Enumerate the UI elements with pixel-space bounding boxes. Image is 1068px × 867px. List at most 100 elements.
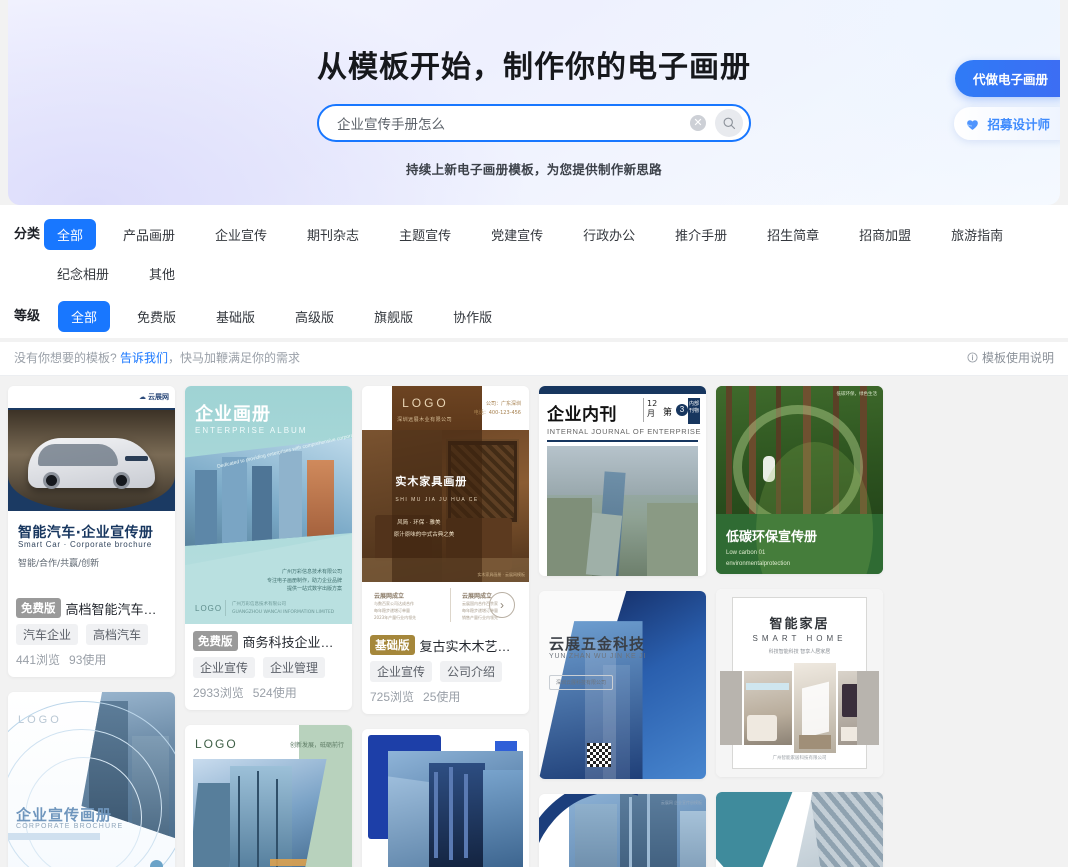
category-chip-1[interactable]: 产品画册: [110, 219, 188, 250]
template-stats: 2933浏览 524使用: [193, 684, 344, 701]
template-card[interactable]: 企业内刊 12月 第 3 期 内部刊物 INTERNAL JOURNAL OF …: [539, 386, 706, 576]
level-chip-0[interactable]: 全部: [58, 301, 111, 332]
category-chip-12[interactable]: 其他: [136, 258, 188, 289]
notice-suffix: ，快马加鞭满足你的需求: [168, 351, 301, 365]
template-card[interactable]: 云展网 企业宣传册模板 Corporate Brochure 企业宣传册: [539, 794, 706, 867]
template-meta: 免费版 商务科技企业宣... 企业宣传 企业管理 2933浏览 524使用: [185, 624, 352, 710]
template-thumbnail[interactable]: 智能家居 SMART HOME 科技智能科技 智享人居家居 广州智能家居科技有限…: [716, 589, 883, 777]
template-tag[interactable]: 企业宣传: [370, 661, 433, 682]
notice-prefix: 没有你想要的模板?: [14, 351, 117, 365]
level-badge: 基础版: [370, 635, 415, 655]
info-icon: [967, 352, 978, 363]
template-thumbnail[interactable]: COMPANY BROCHURE 公司宣传画册 广州万彩信息技术有限公司，专注于…: [362, 729, 529, 867]
template-name: 商务科技企业宣...: [242, 634, 345, 650]
filter-label-level: 等级: [14, 308, 41, 323]
level-chip-3[interactable]: 高级版: [282, 301, 347, 332]
template-tag[interactable]: 高档汽车: [86, 624, 149, 645]
search-icon: [723, 117, 735, 129]
template-card[interactable]: 低碳环保，绿色生活 低碳环保宣传册 Low carbon 01 environme…: [716, 386, 883, 574]
template-title-row: 免费版 高档智能汽车企...: [16, 598, 167, 618]
template-tag[interactable]: 汽车企业: [16, 624, 79, 645]
notice-bar: 没有你想要的模板? 告诉我们，快马加鞭满足你的需求 模板使用说明: [0, 342, 1068, 376]
template-card[interactable]: LOGO 企业宣传册 CorporateBrochure 广州万彩信息技术有限公…: [716, 792, 883, 867]
template-tag[interactable]: 公司介绍: [440, 661, 503, 682]
hero-banner: 从模板开始，制作你的电子画册 ✕ 持续上新电子画册模板，为您提供制作新思路 代做…: [8, 0, 1060, 205]
category-chip-10[interactable]: 旅游指南: [938, 219, 1016, 250]
template-help-link[interactable]: 模板使用说明: [967, 349, 1054, 366]
heart-hand-icon: [967, 120, 979, 130]
tell-us-link[interactable]: 告诉我们: [120, 351, 168, 365]
category-chip-7[interactable]: 推介手册: [662, 219, 740, 250]
template-thumbnail[interactable]: 企业画册 ENTERPRISE ALBUM Dedicated to provi…: [185, 386, 352, 624]
level-chip-1[interactable]: 免费版: [124, 301, 189, 332]
page-title: 从模板开始，制作你的电子画册: [317, 51, 751, 84]
level-chip-list: 全部 免费版 基础版 高级版 旗舰版 协作版: [58, 299, 1054, 338]
level-chip-5[interactable]: 协作版: [440, 301, 505, 332]
template-card[interactable]: LOGO 深圳远展木业有限公司 公司：广东深圳 电话：400-123-456 实木…: [362, 386, 529, 714]
template-thumbnail[interactable]: LOGO 深圳远展木业有限公司 公司：广东深圳 电话：400-123-456 实木…: [362, 386, 529, 628]
search-box[interactable]: ✕: [317, 104, 751, 142]
hero-action-buttons: 代做电子画册 招募设计师: [954, 60, 1060, 140]
category-chip-9[interactable]: 招商加盟: [846, 219, 924, 250]
template-card[interactable]: 智能家居 SMART HOME 科技智能科技 智享人居家居 广州智能家居科技有限…: [716, 589, 883, 777]
close-circle-icon[interactable]: ✕: [690, 115, 706, 131]
category-chip-3[interactable]: 期刊杂志: [294, 219, 372, 250]
template-grid: ☁ 云展网 智能汽车·企业宣传册 Smart Car · Corporate b…: [0, 376, 1068, 867]
recruit-designer-label: 招募设计师: [987, 118, 1050, 132]
search-area: ✕: [8, 104, 1060, 142]
template-thumbnail[interactable]: ☁ 云展网 智能汽车·企业宣传册 Smart Car · Corporate b…: [8, 386, 175, 591]
template-thumbnail[interactable]: LOGO 创新发展，砥砺前行 企业期刊 Corporate Journal 广州…: [185, 725, 352, 867]
filter-row-level: 等级 全部 免费版 基础版 高级版 旗舰版 协作版: [14, 299, 1054, 338]
level-chip-4[interactable]: 旗舰版: [361, 301, 426, 332]
category-chip-8[interactable]: 招生简章: [754, 219, 832, 250]
category-chip-0[interactable]: 全部: [44, 219, 97, 250]
use-count: 93使用: [69, 653, 107, 667]
template-tag[interactable]: 企业宣传: [193, 657, 256, 678]
level-badge: 免费版: [193, 631, 238, 651]
template-thumbnail[interactable]: 云展五金科技 YUN ZHAN WU JIN KE JI 深圳云展科技有限公司: [539, 591, 706, 779]
order-custom-album-button[interactable]: 代做电子画册: [954, 60, 1060, 97]
template-stats: 725浏览 25使用: [370, 688, 521, 705]
view-count: 725浏览: [370, 690, 415, 704]
template-card[interactable]: ☁ 云展网 智能汽车·企业宣传册 Smart Car · Corporate b…: [8, 386, 175, 677]
template-thumbnail[interactable]: LOGO 企业宣传册 CorporateBrochure 广州万彩信息技术有限公…: [716, 792, 883, 867]
view-count: 441浏览: [16, 653, 61, 667]
template-card[interactable]: LOGO 创新发展，砥砺前行 企业期刊 Corporate Journal 广州…: [185, 725, 352, 867]
category-chip-list: 全部 产品画册 企业宣传 期刊杂志 主题宣传 党建宣传 行政办公 推介手册 招生简章 招商加盟 旅游…: [44, 217, 1054, 295]
template-meta: 免费版 高档智能汽车企... 汽车企业 高档汽车 441浏览 93使用: [8, 591, 175, 677]
filter-label-category: 分类: [14, 226, 41, 241]
template-stats: 441浏览 93使用: [16, 651, 167, 668]
category-chip-6[interactable]: 行政办公: [570, 219, 648, 250]
filter-row-category: 分类 全部 产品画册 企业宣传 期刊杂志 主题宣传 党建宣传 行政办公 推介手册 招生简章 招商加…: [14, 217, 1054, 295]
template-card[interactable]: 云展五金科技 YUN ZHAN WU JIN KE JI 深圳云展科技有限公司: [539, 591, 706, 779]
search-button[interactable]: [715, 109, 743, 137]
template-name: 高档智能汽车企...: [65, 601, 168, 617]
level-chip-2[interactable]: 基础版: [203, 301, 268, 332]
view-count: 2933浏览: [193, 686, 244, 700]
recruit-designer-button[interactable]: 招募设计师: [954, 107, 1060, 140]
template-tag-list: 汽车企业 高档汽车: [16, 624, 167, 645]
use-count: 25使用: [423, 690, 461, 704]
template-card[interactable]: COMPANY BROCHURE 公司宣传画册 广州万彩信息技术有限公司，专注于…: [362, 729, 529, 867]
level-badge: 免费版: [16, 598, 61, 618]
template-meta: 基础版 复古实木木艺家... 企业宣传 公司介绍 725浏览 25使用: [362, 628, 529, 714]
filter-panel: 分类 全部 产品画册 企业宣传 期刊杂志 主题宣传 党建宣传 行政办公 推介手册 招生简章 招商加…: [0, 205, 1068, 338]
category-chip-2[interactable]: 企业宣传: [202, 219, 280, 250]
template-help-label: 模板使用说明: [981, 351, 1054, 365]
template-thumbnail[interactable]: 企业内刊 12月 第 3 期 内部刊物 INTERNAL JOURNAL OF …: [539, 386, 706, 576]
template-card[interactable]: 简约科技风格，可替换内容 LOGO 企业宣传画册 CORPORATE BROCH…: [8, 692, 175, 867]
template-card[interactable]: 企业画册 ENTERPRISE ALBUM Dedicated to provi…: [185, 386, 352, 710]
template-tag[interactable]: 企业管理: [263, 657, 326, 678]
search-input[interactable]: [337, 115, 690, 131]
template-tag-list: 企业宣传 企业管理: [193, 657, 344, 678]
template-thumbnail[interactable]: 低碳环保，绿色生活 低碳环保宣传册 Low carbon 01 environme…: [716, 386, 883, 574]
category-chip-5[interactable]: 党建宣传: [478, 219, 556, 250]
template-thumbnail[interactable]: 简约科技风格，可替换内容 LOGO 企业宣传画册 CORPORATE BROCH…: [8, 692, 175, 867]
template-tag-list: 企业宣传 公司介绍: [370, 661, 521, 682]
category-chip-11[interactable]: 纪念相册: [44, 258, 122, 289]
template-title-row: 免费版 商务科技企业宣...: [193, 631, 344, 651]
template-thumbnail[interactable]: 云展网 企业宣传册模板 Corporate Brochure 企业宣传册: [539, 794, 706, 867]
notice-text: 没有你想要的模板? 告诉我们，快马加鞭满足你的需求: [14, 349, 300, 366]
category-chip-4[interactable]: 主题宣传: [386, 219, 464, 250]
hero-subtitle: 持续上新电子画册模板，为您提供制作新思路: [405, 163, 662, 177]
